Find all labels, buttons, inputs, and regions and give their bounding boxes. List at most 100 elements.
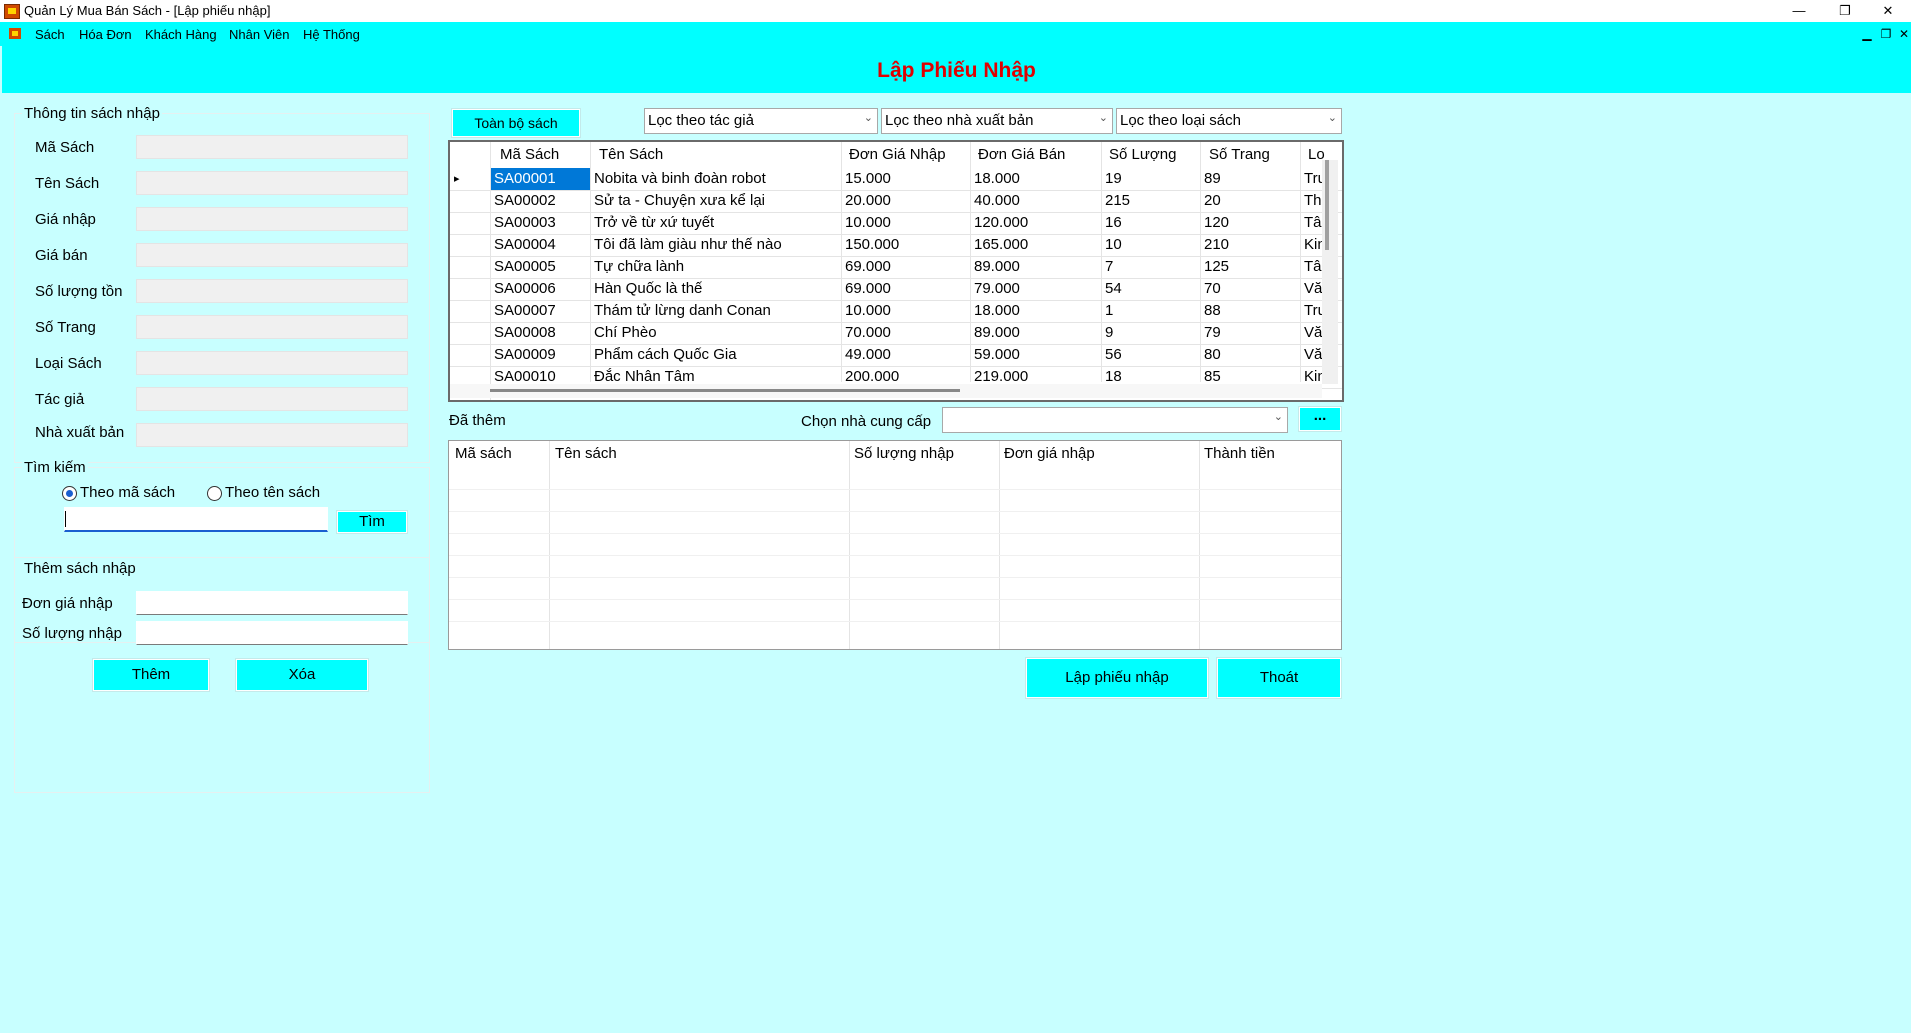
all-books-button[interactable]: Toàn bộ sách [452, 109, 580, 137]
unit-price-input[interactable] [136, 591, 408, 615]
menu-hoa-don[interactable]: Hóa Đơn [79, 27, 132, 42]
table-cell[interactable]: 89.000 [974, 256, 1020, 278]
vertical-scrollbar[interactable] [1322, 160, 1338, 384]
mdi-minimize-button[interactable]: ▁ [1858, 25, 1876, 43]
table-cell[interactable]: 10.000 [845, 300, 891, 322]
books-grid[interactable]: Mã Sách Tên Sách Đơn Giá Nhập Đơn Giá Bá… [448, 140, 1344, 402]
table-row[interactable]: SA00006 Hàn Quốc là thế 69.000 79.000 54 70 Vă… [450, 278, 1342, 301]
table-cell[interactable]: 9 [1105, 322, 1113, 344]
column-header[interactable]: Số Trang [1209, 144, 1270, 166]
column-header[interactable]: Mã Sách [500, 144, 559, 166]
delete-button[interactable]: Xóa [236, 659, 368, 691]
stock-quantity-field[interactable] [136, 279, 408, 303]
table-cell[interactable]: Tru [1304, 300, 1322, 322]
author-field[interactable] [136, 387, 408, 411]
table-cell[interactable]: 70.000 [845, 322, 891, 344]
table-cell[interactable]: SA00009 [494, 344, 556, 366]
mdi-child-icon[interactable] [9, 28, 21, 39]
table-cell[interactable]: 120 [1204, 212, 1229, 234]
table-cell[interactable]: 125 [1204, 256, 1229, 278]
table-cell[interactable]: SA00007 [494, 300, 556, 322]
table-row[interactable]: SA00005 Tự chữa lành 69.000 89.000 7 125 Tâi [450, 256, 1342, 279]
table-cell[interactable]: Nobita và binh đoàn robot [594, 168, 766, 190]
column-header[interactable]: Đơn giá nhập [1004, 443, 1095, 465]
mdi-restore-button[interactable]: ❐ [1877, 25, 1895, 43]
table-cell[interactable]: 49.000 [845, 344, 891, 366]
table-row[interactable]: SA00008 Chí Phèo 70.000 89.000 9 79 Văi [450, 322, 1342, 345]
table-cell[interactable]: 20 [1204, 190, 1221, 212]
table-cell[interactable]: 15.000 [845, 168, 891, 190]
table-cell[interactable]: 165.000 [974, 234, 1028, 256]
table-cell[interactable]: 59.000 [974, 344, 1020, 366]
table-cell[interactable]: 69.000 [845, 256, 891, 278]
table-cell[interactable]: SA00005 [494, 256, 556, 278]
column-header[interactable]: Số lượng nhập [854, 443, 954, 465]
minimize-button[interactable]: — [1776, 0, 1822, 22]
table-cell[interactable]: 19 [1105, 168, 1122, 190]
table-cell[interactable]: Hàn Quốc là thế [594, 278, 702, 300]
table-cell[interactable]: Văi [1304, 278, 1322, 300]
table-cell[interactable]: Tôi đã làm giàu như thế nào [594, 234, 782, 256]
table-cell[interactable]: 54 [1105, 278, 1122, 300]
table-cell[interactable]: 56 [1105, 344, 1122, 366]
column-header[interactable]: Thành tiền [1204, 443, 1275, 465]
table-cell[interactable]: Thi [1304, 190, 1322, 212]
table-cell[interactable]: SA00002 [494, 190, 556, 212]
search-by-name-label[interactable]: Theo tên sách [225, 484, 320, 501]
search-button[interactable]: Tìm [337, 511, 407, 533]
table-cell[interactable]: 7 [1105, 256, 1113, 278]
author-filter-select[interactable]: Lọc theo tác giả ⌄ [644, 108, 878, 134]
table-cell[interactable]: Sử ta - Chuyện xưa kể lại [594, 190, 765, 212]
menu-khach-hang[interactable]: Khách Hàng [145, 27, 217, 42]
horizontal-scrollbar[interactable] [450, 384, 1322, 398]
table-cell[interactable]: 79.000 [974, 278, 1020, 300]
table-cell[interactable]: SA00004 [494, 234, 556, 256]
table-cell[interactable]: SA00008 [494, 322, 556, 344]
menu-he-thong[interactable]: Hệ Thống [303, 27, 360, 42]
mdi-close-button[interactable]: ✕ [1895, 25, 1911, 43]
column-header[interactable]: Đơn Giá Nhập [849, 144, 946, 166]
table-cell[interactable]: 69.000 [845, 278, 891, 300]
table-cell[interactable]: Kin [1304, 234, 1322, 256]
table-cell[interactable]: 79 [1204, 322, 1221, 344]
table-cell[interactable]: Trở về từ xứ tuyết [594, 212, 714, 234]
table-cell[interactable]: Phẩm cách Quốc Gia [594, 344, 737, 366]
browse-supplier-button[interactable]: ... [1299, 407, 1341, 431]
table-cell[interactable]: Tru [1304, 168, 1322, 190]
table-row[interactable]: SA00003 Trở về từ xứ tuyết 10.000 120.000 16… [450, 212, 1342, 235]
book-code-field[interactable] [136, 135, 408, 159]
table-row[interactable]: SA00009 Phẩm cách Quốc Gia 49.000 59.000 56 8… [450, 344, 1342, 367]
category-field[interactable] [136, 351, 408, 375]
table-row[interactable]: ▸ SA00001 Nobita và binh đoàn robot 15.000 1… [450, 168, 1342, 191]
search-input[interactable] [64, 507, 328, 532]
table-cell[interactable]: 210 [1204, 234, 1229, 256]
table-cell[interactable]: SA00003 [494, 212, 556, 234]
exit-button[interactable]: Thoát [1217, 658, 1341, 698]
table-cell[interactable]: 89.000 [974, 322, 1020, 344]
category-filter-select[interactable]: Lọc theo loại sách ⌄ [1116, 108, 1342, 134]
close-button[interactable]: ✕ [1865, 0, 1911, 22]
table-cell[interactable]: Thám tử lừng danh Conan [594, 300, 771, 322]
table-row[interactable]: SA00007 Thám tử lừng danh Conan 10.000 18.0… [450, 300, 1342, 323]
scrollbar-thumb[interactable] [1325, 160, 1329, 250]
table-cell[interactable]: 40.000 [974, 190, 1020, 212]
add-button[interactable]: Thêm [93, 659, 209, 691]
table-cell[interactable]: 18.000 [974, 300, 1020, 322]
table-cell[interactable]: Tâi [1304, 212, 1322, 234]
table-cell[interactable]: Tự chữa lành [594, 256, 684, 278]
column-header[interactable]: Mã sách [455, 443, 512, 465]
publisher-field[interactable] [136, 423, 408, 447]
sale-price-field[interactable] [136, 243, 408, 267]
table-cell[interactable]: 120.000 [974, 212, 1028, 234]
scrollbar-thumb[interactable] [490, 389, 960, 392]
table-row[interactable]: SA00002 Sử ta - Chuyện xưa kể lại 20.000 40… [450, 190, 1342, 213]
table-cell[interactable]: Văi [1304, 344, 1322, 366]
menu-nhan-vien[interactable]: Nhân Viên [229, 27, 289, 42]
search-by-code-radio[interactable] [62, 486, 77, 501]
table-cell[interactable]: Chí Phèo [594, 322, 657, 344]
table-cell[interactable]: 89 [1204, 168, 1221, 190]
supplier-select[interactable]: ⌄ [942, 407, 1288, 433]
table-cell[interactable]: 1 [1105, 300, 1113, 322]
column-header[interactable]: Đơn Giá Bán [978, 144, 1065, 166]
table-cell[interactable]: 215 [1105, 190, 1130, 212]
